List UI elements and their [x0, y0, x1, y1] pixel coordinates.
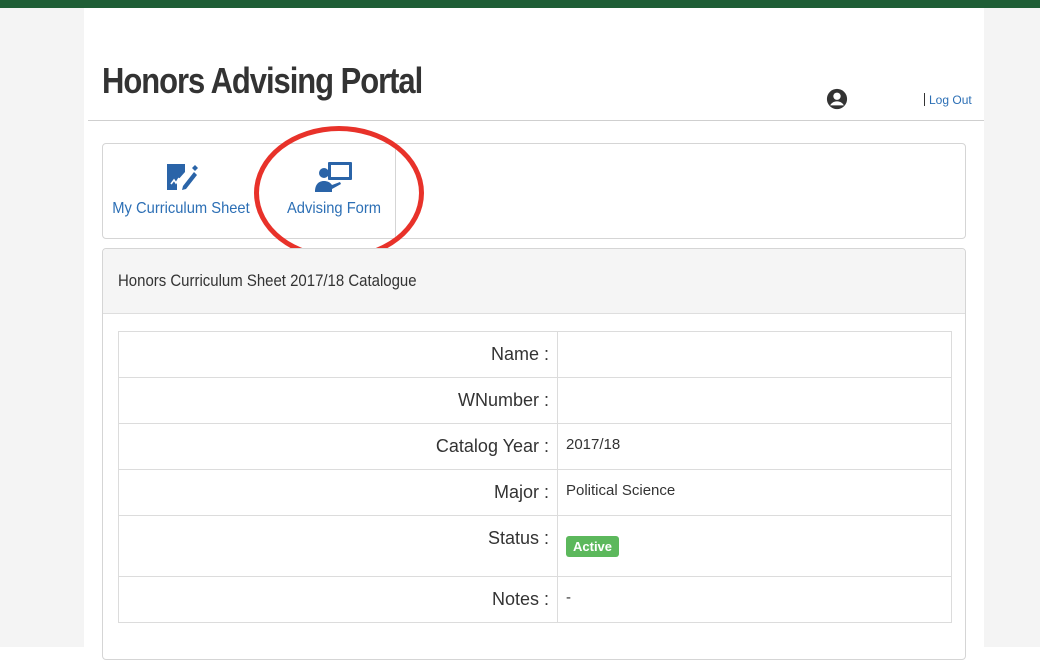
tab-label: Advising Form [286, 200, 382, 217]
logout-label: Log Out [929, 93, 972, 107]
page-title: Honors Advising Portal [102, 60, 423, 101]
table-row: Major : Political Science [118, 469, 952, 516]
panel-title: Honors Curriculum Sheet 2017/18 Catalogu… [118, 271, 417, 290]
row-label: Status : [118, 515, 558, 577]
logout-link[interactable]: Log Out [924, 93, 972, 107]
student-info-table: Name : WNumber : Catalog Year : 2017/18 … [118, 331, 952, 623]
tab-advising-form[interactable]: Advising Form [273, 144, 396, 238]
table-row: Catalog Year : 2017/18 [118, 423, 952, 470]
row-label: Major : [118, 469, 558, 516]
row-value: - [557, 576, 952, 623]
row-label: WNumber : [118, 377, 558, 424]
header-divider [88, 120, 984, 121]
main-content: Honors Advising Portal Log Out My Curric… [84, 8, 984, 660]
table-row: Status : Active [118, 515, 952, 577]
panel-header: Honors Curriculum Sheet 2017/18 Catalogu… [103, 249, 965, 314]
table-row: WNumber : [118, 377, 952, 424]
row-value [557, 331, 952, 378]
row-label: Notes : [118, 576, 558, 623]
user-circle-icon[interactable] [826, 88, 848, 110]
presenter-board-icon [315, 162, 352, 192]
row-value: Active [557, 515, 952, 577]
row-value [557, 377, 952, 424]
tab-bar: My Curriculum Sheet Advising Form [102, 143, 966, 239]
separator [924, 93, 925, 106]
status-badge: Active [566, 536, 620, 557]
left-gutter [0, 8, 84, 647]
edit-document-icon [167, 164, 198, 190]
row-label: Name : [118, 331, 558, 378]
row-value: Political Science [557, 469, 952, 516]
top-brand-bar [0, 0, 1040, 8]
row-value: 2017/18 [557, 423, 952, 470]
row-label: Catalog Year : [118, 423, 558, 470]
right-gutter [984, 8, 1040, 647]
curriculum-panel: Honors Curriculum Sheet 2017/18 Catalogu… [102, 248, 966, 660]
tab-label: My Curriculum Sheet [112, 200, 250, 217]
tab-my-curriculum-sheet[interactable]: My Curriculum Sheet [103, 144, 259, 238]
table-row: Notes : - [118, 576, 952, 623]
table-row: Name : [118, 331, 952, 378]
